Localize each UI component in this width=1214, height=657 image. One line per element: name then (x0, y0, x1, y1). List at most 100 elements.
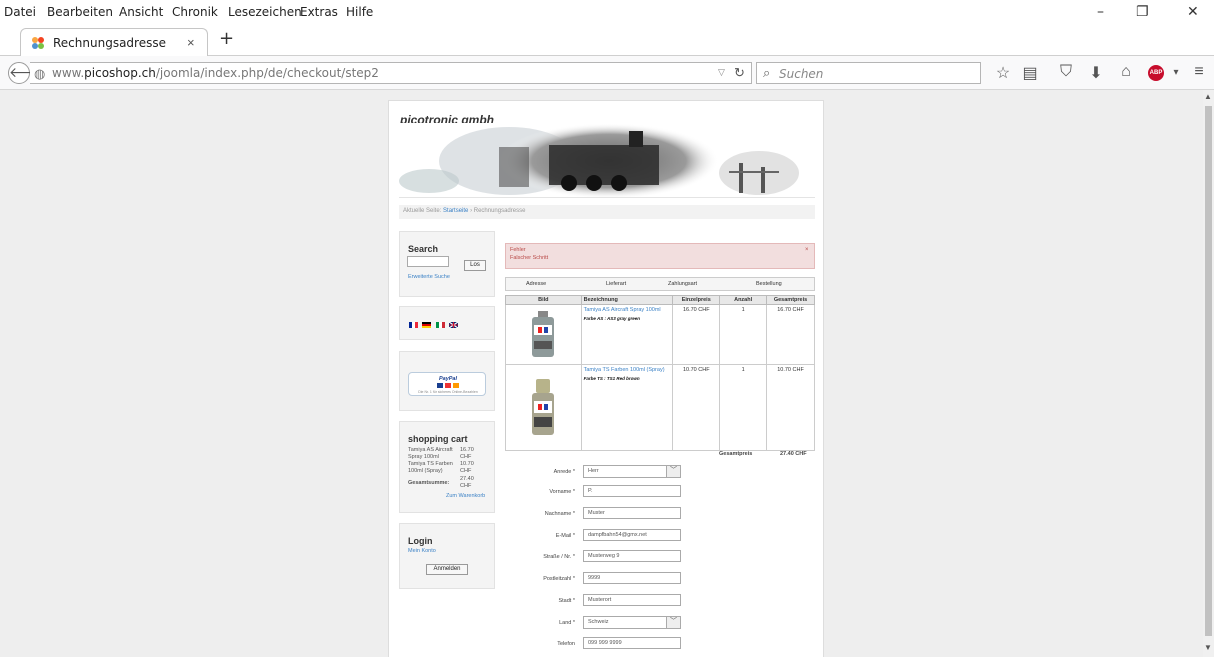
product-attribute: Farbe TS : TS1 Red brown (583, 376, 640, 381)
nachname-field[interactable]: Muster (583, 507, 681, 519)
cart-item-name: Tamiya TS Farben 100ml (Spray) (408, 461, 453, 474)
menu-chronik[interactable]: Chronik (172, 5, 218, 19)
anrede-label: Anrede * (553, 469, 575, 475)
adblock-icon[interactable]: ABP (1148, 65, 1164, 81)
stadt-label: Stadt * (558, 598, 575, 604)
view-cart-link[interactable]: Zum Warenkorb (446, 493, 485, 500)
vorname-label: Vorname * (549, 489, 575, 495)
search-icon: ⌕ (763, 65, 771, 80)
history-dropdown-icon[interactable]: ▽ (718, 67, 725, 78)
cart-title: shopping cart (408, 434, 468, 444)
quantity: 1 (719, 304, 768, 365)
chevron-down-icon: ﹀ (666, 617, 680, 628)
search-module: Search Los Erweiterte Suche (399, 231, 495, 297)
line-total: 16.70 CHF (766, 304, 815, 365)
land-select[interactable]: Schweiz ﹀ (583, 616, 681, 629)
step-lieferart[interactable]: Lieferart (606, 281, 626, 287)
scroll-up-icon[interactable]: ▲ (1204, 92, 1212, 101)
strasse-field[interactable]: Musterweg 9 (583, 550, 681, 562)
chevron-down-icon: ﹀ (666, 466, 680, 477)
login-button[interactable]: Anmelden (426, 564, 468, 575)
step-bestellung[interactable]: Bestellung (756, 281, 782, 287)
advanced-search-link[interactable]: Erweiterte Suche (408, 274, 450, 281)
tab-close-icon[interactable]: × (187, 35, 195, 50)
telefon-field[interactable]: 099 999 9999 (583, 637, 681, 649)
cart-total-label: Gesamtsumme: (408, 480, 450, 486)
my-account-link[interactable]: Mein Konto (408, 548, 436, 555)
adblock-dropdown-icon[interactable]: ▾ (1166, 67, 1186, 78)
vertical-scrollbar[interactable]: ▲ ▼ (1203, 90, 1214, 657)
globe-icon: ◍ (34, 66, 46, 81)
downloads-icon[interactable]: ⬇ (1086, 63, 1106, 83)
paypal-module: PayPal Die Nr. 1 für sicheres Online-Bez… (399, 351, 495, 411)
tab-bar: Rechnungsadresse × (0, 22, 1214, 57)
step-adresse[interactable]: Adresse (526, 281, 546, 287)
vorname-field[interactable]: P. (583, 485, 681, 497)
paypal-logo-text: PayPal (438, 376, 458, 382)
home-icon[interactable]: ⌂ (1116, 63, 1136, 81)
product-cell: Tamiya TS Farben 100ml (Spray) Farbe TS … (580, 364, 674, 451)
close-window-button[interactable]: ✕ (1187, 4, 1199, 20)
product-name-link[interactable]: Tamiya AS Aircraft Spray 100ml (584, 307, 671, 313)
shop-search-input[interactable] (407, 256, 449, 267)
strasse-label: Straße / Nr. * (543, 554, 575, 560)
cart-total-value: 27.40 CHF (460, 476, 474, 489)
order-total-label: Gesamtpreis (719, 451, 753, 457)
restore-button[interactable]: ❐ (1136, 4, 1149, 20)
unit-price: 10.70 CHF (672, 364, 721, 451)
telefon-label: Telefon (557, 641, 575, 647)
stadt-field[interactable]: Musterort (583, 594, 681, 606)
flag-gb-icon (448, 322, 459, 328)
search-bar[interactable]: ⌕ Suchen (756, 62, 981, 84)
col-einzelpreis: Einzelpreis (672, 295, 721, 305)
paypal-tagline: Die Nr. 1 für sicheres Online-Bezahlen (418, 390, 478, 394)
menu-extras[interactable]: Extras (300, 5, 338, 19)
bookmarks-library-icon[interactable]: ▤ (1020, 63, 1040, 83)
menu-bearbeiten[interactable]: Bearbeiten (47, 5, 113, 19)
step-zahlungsart[interactable]: Zahlungsart (668, 281, 697, 287)
flag-de-icon (422, 322, 431, 328)
order-total-value: 27.40 CHF (780, 451, 807, 457)
plz-field[interactable]: 9999 (583, 572, 681, 584)
search-title: Search (408, 244, 439, 254)
menu-ansicht[interactable]: Ansicht (119, 5, 163, 19)
alert-close-icon[interactable]: × (805, 247, 809, 253)
table-header-row: Bild Bezeichnung Einzelpreis Anzahl Gesa… (505, 295, 815, 305)
land-label: Land * (559, 620, 575, 626)
scroll-down-icon[interactable]: ▼ (1204, 643, 1212, 652)
menu-bar: Datei Bearbeiten Ansicht Chronik Lesezei… (0, 0, 1214, 22)
spray-can-gray-green-image (532, 311, 554, 357)
line-total: 10.70 CHF (766, 364, 815, 451)
scrollbar-thumb[interactable] (1205, 106, 1212, 636)
url-text: www.picoshop.ch/joomla/index.php/de/chec… (52, 66, 379, 80)
minimize-button[interactable]: – (1097, 4, 1104, 20)
menu-datei[interactable]: Datei (4, 5, 36, 19)
product-name-link[interactable]: Tamiya TS Farben 100ml (Spray) (584, 367, 671, 373)
cart-item-price: 10.70 CHF (460, 461, 474, 474)
reload-icon[interactable]: ↻ (734, 65, 745, 81)
search-placeholder: Suchen (779, 67, 824, 81)
login-title: Login (408, 536, 433, 546)
email-field[interactable]: dampfbahn54@gmx.net (583, 529, 681, 541)
anrede-select[interactable]: Herr ﹀ (583, 465, 681, 478)
col-bezeichnung: Bezeichnung (580, 295, 674, 305)
url-bar[interactable]: ◍ www.picoshop.ch/joomla/index.php/de/ch… (30, 62, 752, 84)
back-button[interactable]: 🡐 (8, 62, 47, 84)
email-label: E-Mail * (555, 533, 575, 539)
flag-fr-icon (409, 322, 418, 328)
checkout-steps: Adresse Lieferart Zahlungsart Bestellung (505, 277, 815, 291)
menu-hamburger-icon[interactable]: ≡ (1189, 63, 1209, 81)
pocket-icon[interactable]: ⛉ (1056, 63, 1076, 81)
menu-lesezeichen[interactable]: Lesezeichen (228, 5, 302, 19)
page-viewport: picotronic gmbh Aktuelle Seite: Startsei… (0, 90, 1203, 657)
menu-hilfe[interactable]: Hilfe (346, 5, 373, 19)
new-tab-button[interactable]: + (219, 28, 234, 49)
search-go-button[interactable]: Los (464, 260, 486, 271)
breadcrumb-home-link[interactable]: Startseite (443, 208, 468, 214)
product-cell: Tamiya AS Aircraft Spray 100ml Farbe AS … (580, 304, 674, 365)
nachname-label: Nachname * (544, 511, 575, 517)
login-module: Login Mein Konto Anmelden (399, 523, 495, 589)
breadcrumb-current: Rechnungsadresse (473, 208, 526, 214)
bookmark-star-icon[interactable]: ☆ (993, 63, 1013, 83)
tab-rechnungsadresse[interactable]: Rechnungsadresse × (20, 28, 208, 57)
